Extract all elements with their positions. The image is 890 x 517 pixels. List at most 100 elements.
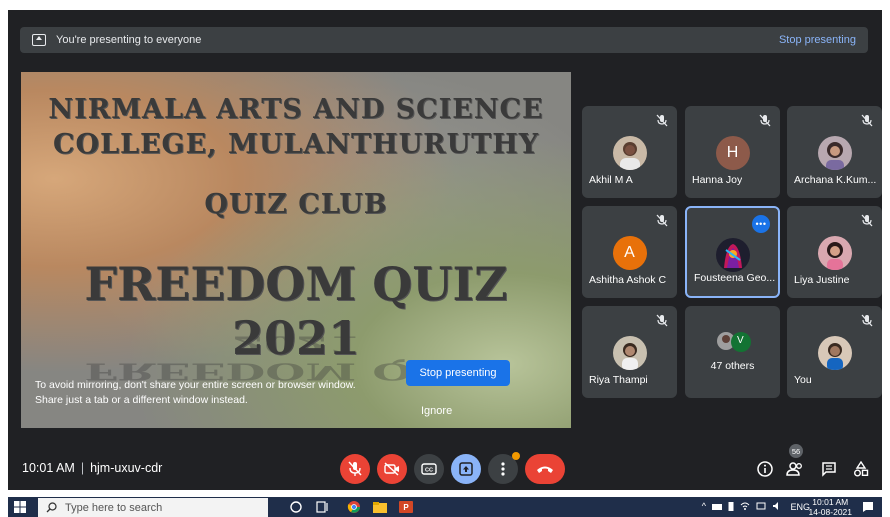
taskbar-search-box[interactable]: Type here to search bbox=[38, 498, 268, 517]
participant-tile-liya[interactable]: Liya Justine bbox=[787, 206, 882, 298]
network-icon[interactable] bbox=[712, 502, 722, 510]
language-indicator[interactable]: ENG bbox=[790, 502, 810, 512]
avatar bbox=[612, 336, 647, 370]
chat-icon bbox=[822, 462, 836, 477]
activities-icon bbox=[854, 461, 869, 477]
mic-toggle-button[interactable] bbox=[340, 454, 370, 484]
mic-off-icon bbox=[861, 114, 873, 127]
stop-presenting-button[interactable]: Stop presenting bbox=[406, 360, 510, 386]
avatar bbox=[612, 136, 647, 170]
mic-off-icon bbox=[656, 214, 668, 227]
search-icon bbox=[46, 502, 57, 513]
avatar bbox=[715, 238, 750, 272]
captions-button[interactable]: CC bbox=[414, 454, 444, 484]
mic-off-icon bbox=[861, 314, 873, 327]
mirroring-warning: To avoid mirroring, don't share your ent… bbox=[35, 378, 395, 408]
present-icon bbox=[459, 462, 473, 476]
avatar bbox=[817, 336, 852, 370]
chrome-icon[interactable] bbox=[346, 500, 362, 514]
wifi-icon[interactable] bbox=[740, 501, 750, 511]
file-explorer-icon[interactable] bbox=[372, 500, 388, 514]
people-button[interactable]: 56 bbox=[784, 444, 806, 480]
participant-name: Hanna Joy bbox=[692, 174, 743, 186]
task-view-icon[interactable] bbox=[314, 500, 330, 514]
participant-name: You bbox=[794, 374, 812, 386]
participant-tile-archana[interactable]: Archana K.Kum... bbox=[787, 106, 882, 198]
more-options-icon[interactable]: ••• bbox=[752, 215, 770, 233]
captions-icon: CC bbox=[421, 463, 437, 475]
slide-title-line1: NIRMALA ARTS AND SCIENCE bbox=[48, 94, 544, 125]
slide-title-line2: COLLEGE, MULANTHURUTHY bbox=[52, 129, 540, 160]
participant-tile-you[interactable]: You bbox=[787, 306, 882, 398]
windows-taskbar: Type here to search P ^ ENG 10:01 AM 14-… bbox=[8, 497, 882, 517]
mic-off-icon bbox=[348, 461, 362, 476]
notification-dot bbox=[512, 452, 520, 460]
more-options-button[interactable] bbox=[488, 452, 520, 484]
presentation-slide: NIRMALA ARTS AND SCIENCE COLLEGE, MULANT… bbox=[21, 72, 571, 428]
system-tray: ^ bbox=[702, 501, 782, 511]
others-tile[interactable]: V 47 others bbox=[685, 306, 780, 398]
meeting-controls-bar: 10:01 AM | hjm-uxuv-cdr CC 56 bbox=[8, 444, 882, 490]
windows-start-icon[interactable] bbox=[14, 501, 26, 513]
meeting-time: 10:01 AM bbox=[22, 461, 75, 475]
participant-tile-fousteena[interactable]: ••• Fousteena Geo... bbox=[685, 206, 780, 298]
taskbar-clock[interactable]: 10:01 AM 14-08-2021 bbox=[809, 497, 852, 517]
volume-icon[interactable] bbox=[772, 501, 782, 511]
others-avatars: V bbox=[716, 330, 752, 354]
mirroring-warning-line2: Share just a tab or a different window i… bbox=[35, 394, 248, 406]
mic-off-icon bbox=[656, 314, 668, 327]
more-vert-icon bbox=[501, 462, 505, 476]
battery-icon[interactable] bbox=[728, 501, 734, 511]
leave-call-button[interactable] bbox=[525, 454, 565, 484]
participant-name: Akhil M A bbox=[589, 174, 633, 186]
participant-tile-riya[interactable]: Riya Thampi bbox=[582, 306, 677, 398]
participant-name: Ashitha Ashok C bbox=[589, 274, 667, 286]
mic-off-icon bbox=[656, 114, 668, 127]
taskbar-time: 10:01 AM bbox=[812, 497, 849, 507]
present-now-button[interactable] bbox=[451, 454, 481, 484]
meeting-code[interactable]: hjm-uxuv-cdr bbox=[90, 461, 162, 475]
mirroring-warning-line1: To avoid mirroring, don't share your ent… bbox=[35, 379, 356, 391]
people-count-badge: 56 bbox=[789, 444, 803, 458]
meet-tray-icon[interactable] bbox=[756, 501, 766, 511]
others-avatar-letter: V bbox=[737, 335, 744, 346]
cortana-icon[interactable] bbox=[288, 500, 304, 514]
meeting-info: 10:01 AM | hjm-uxuv-cdr bbox=[22, 461, 162, 475]
camera-toggle-button[interactable] bbox=[377, 454, 407, 484]
chat-button[interactable] bbox=[818, 458, 840, 480]
people-icon bbox=[786, 462, 802, 476]
meet-window: You're presenting to everyone Stop prese… bbox=[8, 10, 882, 490]
others-count: 47 others bbox=[710, 360, 755, 372]
presenting-message: You're presenting to everyone bbox=[56, 34, 202, 46]
taskbar-date: 14-08-2021 bbox=[808, 507, 852, 517]
camera-off-icon bbox=[384, 462, 399, 476]
hang-up-icon bbox=[537, 466, 553, 473]
meeting-details-button[interactable] bbox=[754, 458, 776, 480]
avatar: A bbox=[612, 236, 647, 270]
participant-name: Liya Justine bbox=[794, 274, 850, 286]
participant-tile-akhil[interactable]: Akhil M A bbox=[582, 106, 677, 198]
search-placeholder: Type here to search bbox=[65, 501, 163, 514]
participant-tile-hanna[interactable]: H Hanna Joy bbox=[685, 106, 780, 198]
separator: | bbox=[80, 461, 85, 475]
tray-up-icon[interactable]: ^ bbox=[702, 501, 706, 511]
avatar bbox=[817, 136, 852, 170]
notification-center-icon[interactable] bbox=[862, 501, 874, 513]
participant-tile-ashitha[interactable]: A Ashitha Ashok C bbox=[582, 206, 677, 298]
participant-name: Fousteena Geo... bbox=[694, 272, 776, 284]
info-icon bbox=[757, 461, 773, 477]
mic-off-icon bbox=[861, 214, 873, 227]
activities-button[interactable] bbox=[850, 458, 872, 480]
svg-text:P: P bbox=[403, 503, 409, 512]
avatar: H bbox=[715, 136, 750, 170]
participant-name: Archana K.Kum... bbox=[794, 174, 877, 186]
present-screen-icon bbox=[32, 34, 46, 46]
powerpoint-icon[interactable]: P bbox=[398, 500, 414, 514]
ignore-button[interactable]: Ignore bbox=[421, 405, 452, 417]
mic-off-icon bbox=[759, 114, 771, 127]
slide-title-line3: QUIZ CLUB bbox=[204, 189, 388, 220]
svg-text:CC: CC bbox=[425, 468, 433, 474]
presenting-banner: You're presenting to everyone Stop prese… bbox=[20, 27, 868, 53]
stop-presenting-link[interactable]: Stop presenting bbox=[779, 34, 856, 46]
avatar bbox=[817, 236, 852, 270]
